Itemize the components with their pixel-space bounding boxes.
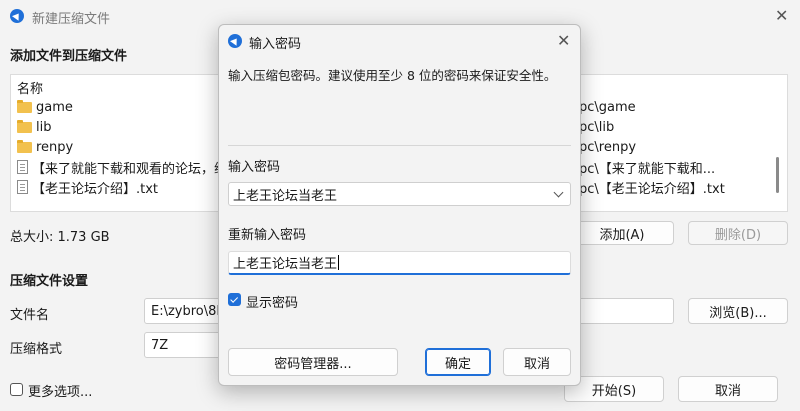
password-manager-button[interactable]: 密码管理器... [228,348,398,376]
list-item-name: game [36,99,73,115]
text-file-icon [17,160,28,174]
folder-icon [17,119,32,133]
confirm-password-input[interactable]: 上老王论坛当老王 [228,251,571,275]
text-file-icon [17,180,28,194]
app-logo-icon [10,9,24,23]
list-item[interactable]: game [17,97,73,117]
list-item-path: pc\renpy [579,139,637,155]
column-name-header: 名称 [17,81,44,97]
app-logo-icon [228,34,242,48]
more-options-checkbox[interactable] [10,383,23,396]
dialog-description: 输入压缩包密码。建议使用至少 8 位的密码来保证安全性。 [228,68,557,83]
archive-settings-heading: 压缩文件设置 [10,274,89,289]
confirm-password-value: 上老王论坛当老王 [233,257,338,272]
list-item[interactable]: lib [17,117,51,137]
dialog-cancel-button[interactable]: 取消 [503,348,571,376]
show-password-checkbox[interactable] [228,293,241,306]
add-button[interactable]: 添加(A) [570,221,674,245]
add-files-heading: 添加文件到压缩文件 [10,49,128,64]
list-item-name: 【来了就能下载和观看的论坛，纯 [32,161,228,177]
filename-label: 文件名 [10,308,50,323]
list-item-name: renpy [36,139,74,155]
list-item-path: pc\【来了就能下载和... [579,161,716,177]
more-options-label[interactable]: 更多选项... [28,381,92,400]
password-combo[interactable]: 上老王论坛当老王 [228,182,571,206]
password-label: 输入密码 [228,160,281,175]
list-item[interactable]: 【老王论坛介绍】.txt [17,177,158,197]
dialog-title: 输入密码 [249,37,302,52]
password-dialog: 输入密码 ✕ 输入压缩包密码。建议使用至少 8 位的密码来保证安全性。 输入密码… [218,24,581,386]
close-icon[interactable]: ✕ [775,8,788,24]
browse-button[interactable]: 浏览(B)... [688,298,788,324]
main-cancel-button[interactable]: 取消 [678,376,778,402]
total-size-label: 总大小: 1.73 GB [10,230,110,245]
delete-button[interactable]: 删除(D) [688,221,788,245]
format-select[interactable]: 7Z [144,332,224,358]
list-item-name: lib [36,119,52,135]
format-label: 压缩格式 [10,342,63,357]
show-password-label[interactable]: 显示密码 [246,292,298,311]
list-header[interactable]: 名称 [17,77,43,97]
folder-icon [17,139,32,153]
list-item-path: pc\lib [579,119,615,135]
ok-button[interactable]: 确定 [425,348,491,376]
list-scrollbar[interactable] [776,157,779,193]
list-item[interactable]: renpy [17,137,73,157]
confirm-password-label: 重新输入密码 [228,228,307,243]
text-caret [338,255,340,270]
password-value: 上老王论坛当老王 [233,188,338,204]
folder-icon [17,99,32,113]
chevron-down-icon[interactable] [553,187,564,198]
list-item-path: pc\【老王论坛介绍】.txt [579,181,725,197]
list-item-path: pc\game [579,99,636,115]
divider [228,145,571,146]
dialog-close-icon[interactable]: ✕ [557,33,570,49]
list-item-name: 【老王论坛介绍】.txt [32,181,159,197]
list-item[interactable]: 【来了就能下载和观看的论坛，纯 [17,157,227,177]
window-title: 新建压缩文件 [32,12,111,27]
